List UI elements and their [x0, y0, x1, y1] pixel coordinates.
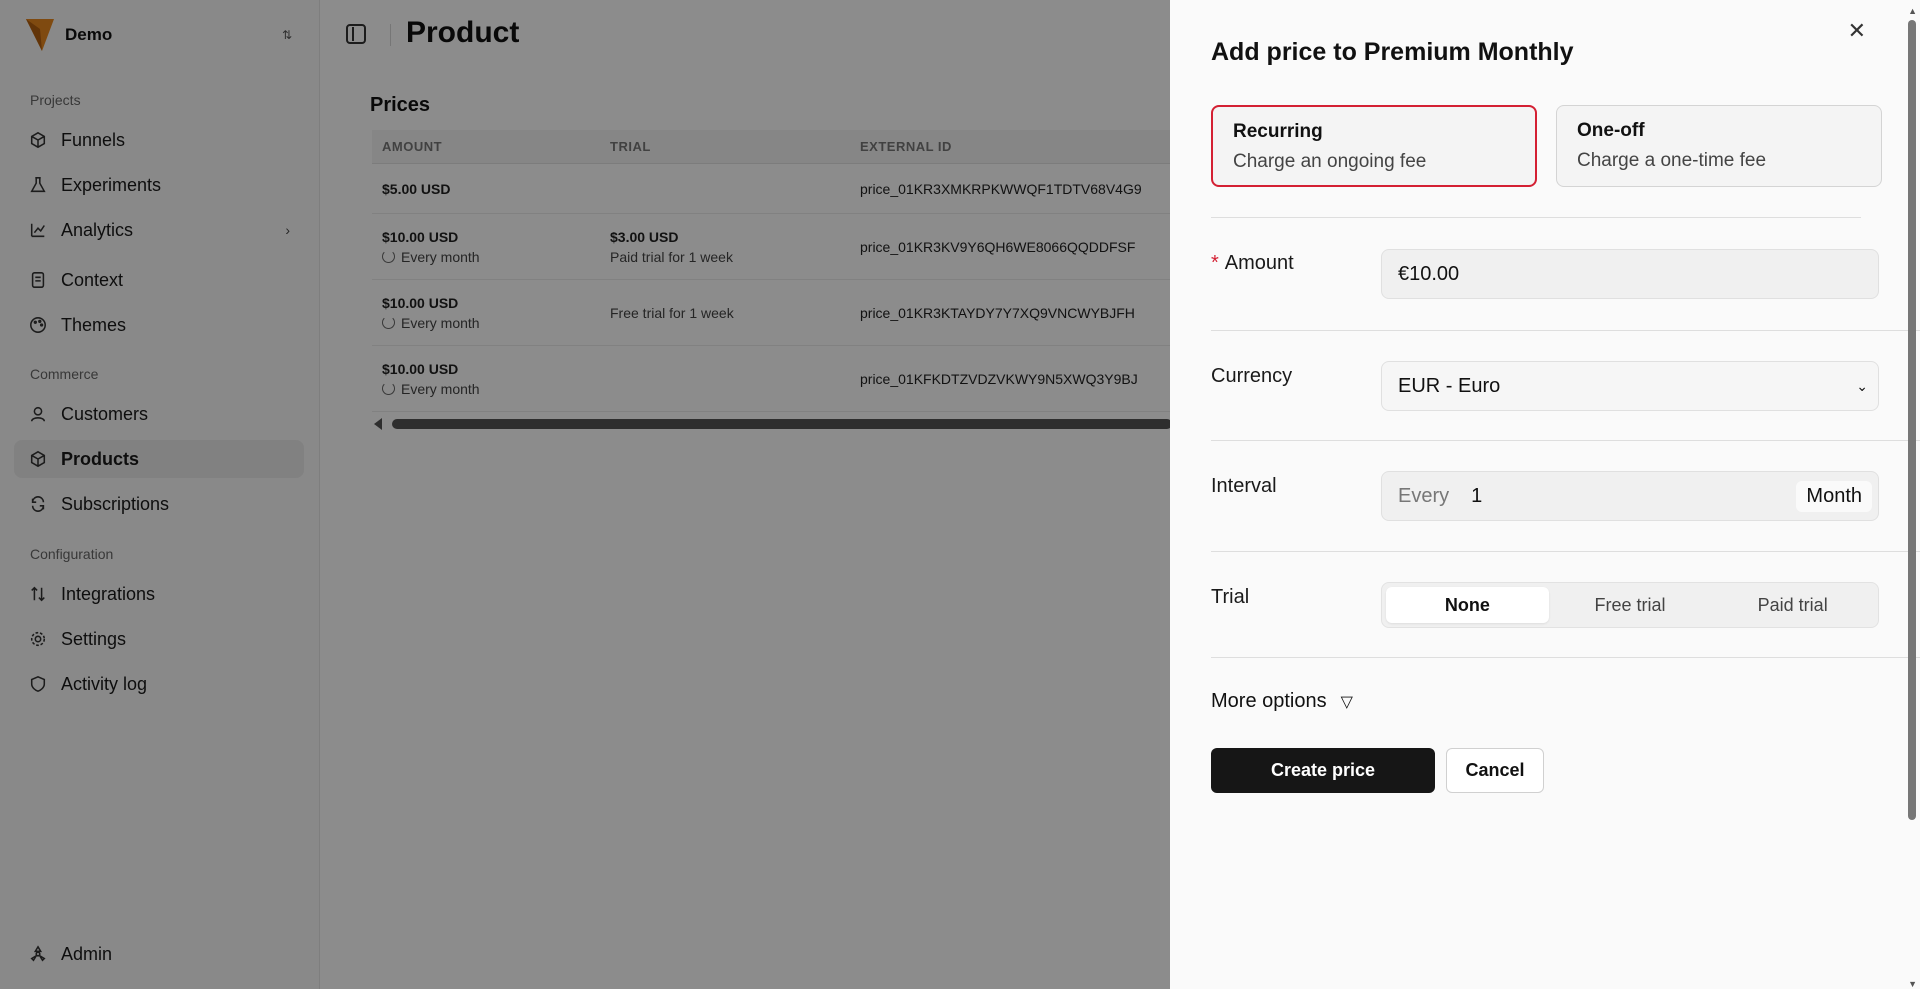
price-type-desc: Charge a one-time fee: [1577, 150, 1767, 171]
currency-select[interactable]: EUR - Euro ⌄: [1381, 361, 1879, 411]
price-type-title: Recurring: [1233, 121, 1323, 142]
drawer-title: Add price to Premium Monthly: [1211, 38, 1574, 66]
interval-prefix: Every: [1398, 484, 1450, 507]
interval-unit-select[interactable]: Month: [1796, 480, 1872, 512]
required-marker: *: [1211, 252, 1219, 274]
price-type-recurring[interactable]: Recurring Charge an ongoing fee: [1211, 105, 1537, 187]
trial-segmented-control: None Free trial Paid trial: [1381, 582, 1879, 628]
amount-value: €10.00: [1398, 262, 1460, 285]
interval-label: Interval: [1211, 475, 1277, 497]
amount-input[interactable]: €10.00: [1381, 249, 1879, 299]
amount-label: * Amount: [1211, 252, 1294, 275]
modal-backdrop[interactable]: [0, 0, 1170, 989]
currency-label: Currency: [1211, 365, 1293, 387]
divider: [1211, 551, 1920, 552]
more-options-label: More options: [1211, 690, 1327, 712]
interval-count: 1: [1471, 484, 1483, 507]
price-type-one-off[interactable]: One-off Charge a one-time fee: [1556, 105, 1882, 187]
trial-option-free[interactable]: Free trial: [1549, 587, 1712, 623]
divider: [1211, 217, 1861, 218]
divider: [1211, 440, 1920, 441]
close-icon[interactable]: ✕: [1848, 18, 1866, 44]
currency-value: EUR - Euro: [1398, 374, 1501, 397]
trial-option-paid[interactable]: Paid trial: [1711, 587, 1874, 623]
divider: [1211, 657, 1920, 658]
scroll-down-icon[interactable]: ▼: [1908, 979, 1917, 989]
cancel-button[interactable]: Cancel: [1446, 748, 1544, 793]
add-price-drawer: ✕ Add price to Premium Monthly Recurring…: [1170, 0, 1920, 989]
chevron-down-icon: ⌄: [1856, 377, 1868, 394]
create-price-button[interactable]: Create price: [1211, 748, 1435, 793]
price-type-desc: Charge an ongoing fee: [1233, 151, 1427, 172]
trial-label: Trial: [1211, 586, 1250, 608]
interval-input[interactable]: Every 1 Month: [1381, 471, 1879, 521]
chevron-down-icon: ▽: [1340, 693, 1353, 711]
divider: [1211, 330, 1920, 331]
amount-label-text: Amount: [1224, 252, 1294, 274]
more-options-toggle[interactable]: More options ▽: [1211, 690, 1353, 713]
price-type-title: One-off: [1577, 120, 1645, 141]
trial-option-none[interactable]: None: [1386, 587, 1549, 623]
vertical-scrollbar[interactable]: [1908, 20, 1916, 820]
scroll-up-icon[interactable]: ▲: [1908, 6, 1917, 16]
